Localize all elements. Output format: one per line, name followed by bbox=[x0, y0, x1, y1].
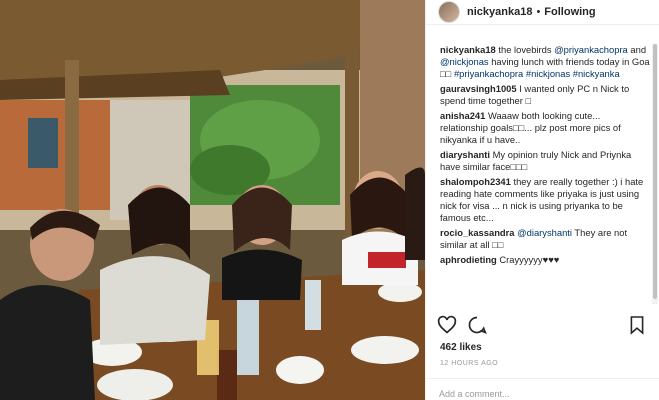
mention-link[interactable]: @priyankachopra bbox=[554, 44, 628, 55]
comment-username[interactable]: gauravsingh1005 bbox=[440, 83, 517, 94]
comment: shalompoh2341 they are really together :… bbox=[440, 176, 650, 224]
comment-username[interactable]: anisha241 bbox=[440, 110, 485, 121]
following-button[interactable]: Following bbox=[544, 6, 595, 18]
comment: rocio_kassandra @diaryshanti They are no… bbox=[440, 227, 650, 251]
comment-username[interactable]: rocio_kassandra bbox=[440, 227, 515, 238]
comment-username[interactable]: aphrodieting bbox=[440, 254, 497, 265]
add-comment-input[interactable]: Add a comment... bbox=[425, 378, 659, 400]
comment: aphrodieting Crayyyyyy♥♥♥ bbox=[440, 254, 650, 266]
post-photo[interactable] bbox=[0, 0, 425, 400]
bookmark-icon[interactable] bbox=[629, 315, 645, 340]
comments-list[interactable]: nickyanka18 the lovebirds @priyankachopr… bbox=[440, 44, 650, 312]
header-username[interactable]: nickyanka18 bbox=[467, 6, 532, 18]
header-separator: • bbox=[536, 6, 541, 18]
post-timestamp: 12 HOURS AGO bbox=[440, 360, 499, 367]
scrollbar-thumb[interactable] bbox=[653, 44, 657, 299]
comment: gauravsingh1005 I wanted only PC n Nick … bbox=[440, 83, 650, 107]
comments-scrollbar[interactable] bbox=[652, 44, 658, 304]
caption-text-2: and bbox=[627, 44, 647, 55]
avatar[interactable] bbox=[438, 1, 460, 23]
hashtag-links[interactable]: #priyankachopra #nickjonas #nickyanka bbox=[454, 68, 620, 79]
caption: nickyanka18 the lovebirds @priyankachopr… bbox=[440, 44, 650, 80]
caption-text-1: the lovebirds bbox=[498, 44, 555, 55]
likes-count[interactable]: 462 likes bbox=[440, 342, 482, 353]
mention-link[interactable]: @nickjonas bbox=[440, 56, 489, 67]
caption-emoji: □□ bbox=[440, 68, 452, 79]
photo-illustration bbox=[0, 0, 425, 400]
mention-link[interactable]: @diaryshanti bbox=[517, 227, 572, 238]
action-bar bbox=[437, 315, 647, 337]
post-header: nickyanka18 • Following bbox=[426, 0, 659, 25]
comment-username[interactable]: diaryshanti bbox=[440, 149, 490, 160]
comment-username[interactable]: shalompoh2341 bbox=[440, 176, 511, 187]
comment: anisha241 Waaaw both looking cute... rel… bbox=[440, 110, 650, 146]
comment-text: Crayyyyyy♥♥♥ bbox=[499, 254, 560, 265]
caption-username[interactable]: nickyanka18 bbox=[440, 44, 496, 55]
heart-icon[interactable] bbox=[437, 315, 457, 340]
comment-icon[interactable] bbox=[467, 315, 487, 340]
caption-text-3: having lunch with friends today in Goa bbox=[488, 56, 650, 67]
comment: diaryshanti My opinion truly Nick and Pr… bbox=[440, 149, 650, 173]
